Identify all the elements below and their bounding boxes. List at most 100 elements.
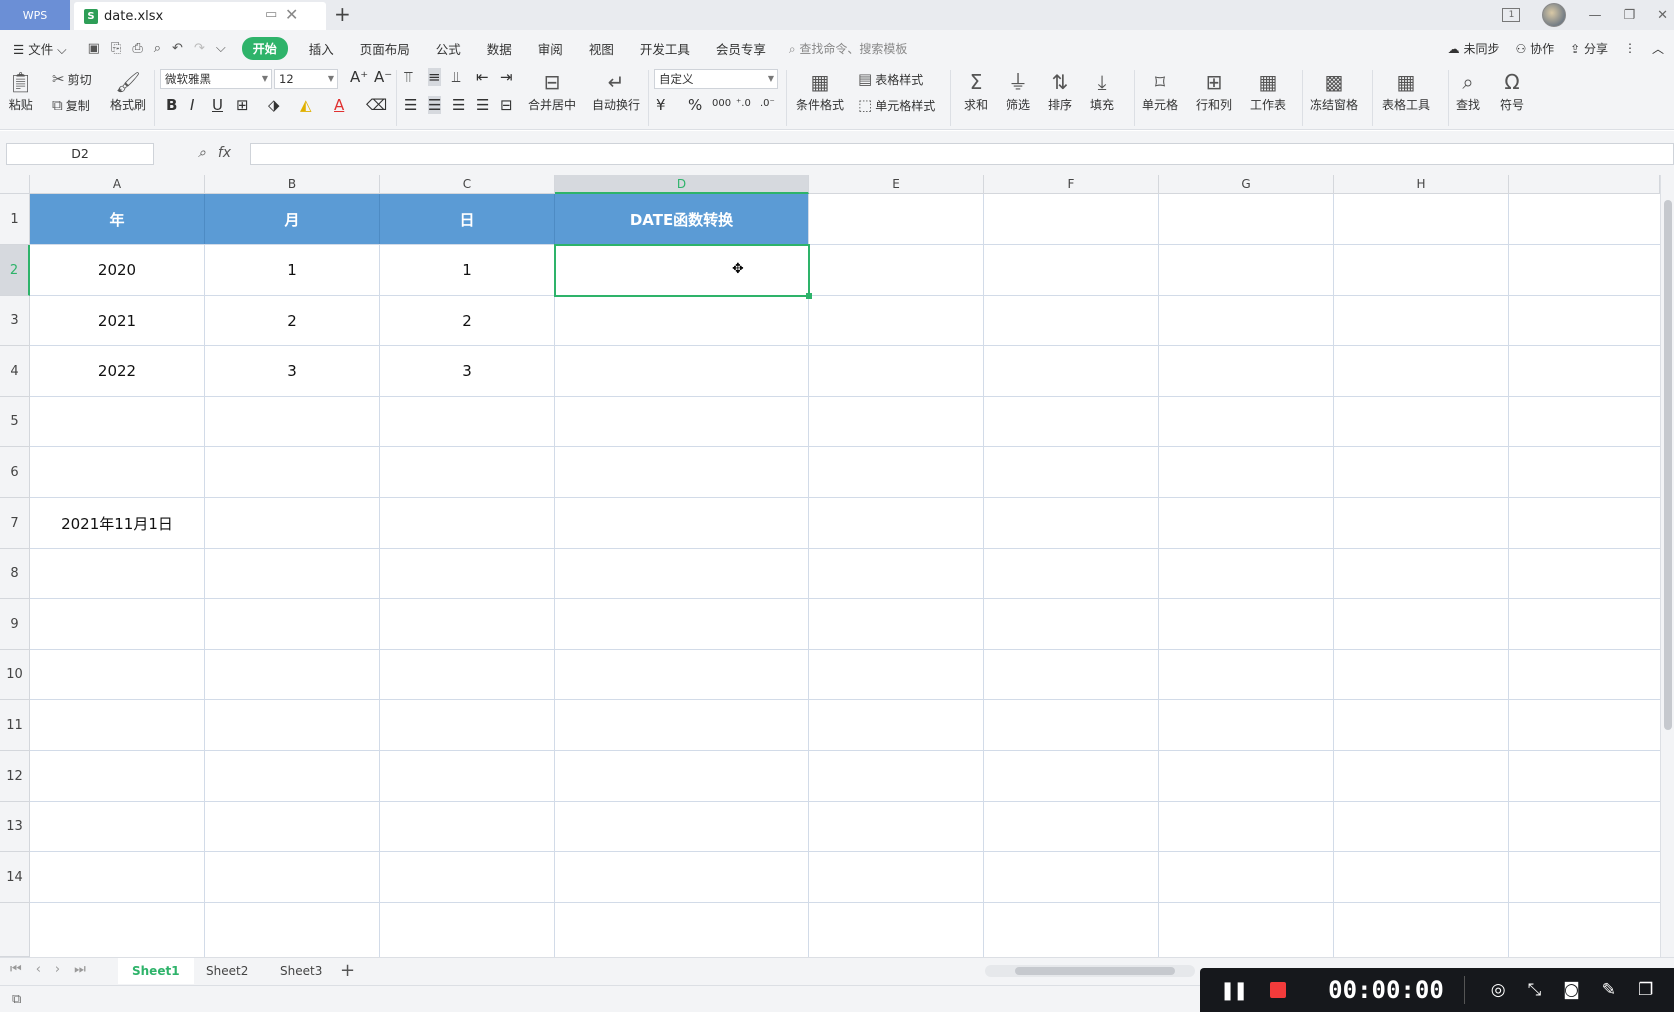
align-right-icon[interactable]: ☰ [452,96,465,114]
camera-icon[interactable]: ◙ [1563,980,1580,1000]
float-window-icon[interactable]: ▭ [265,0,277,28]
row-header[interactable]: 4 [0,346,30,397]
zoom-icon[interactable]: ⌕ [198,145,206,161]
tab-home[interactable]: 开始 [241,36,288,60]
tab-review[interactable]: 审阅 [525,39,576,58]
column-header-g[interactable]: G [1159,175,1334,194]
print-preview-icon[interactable]: ⌕ [154,41,161,56]
column-header-d[interactable]: D [555,175,809,194]
fill-handle[interactable] [806,293,812,299]
freeze-panes-button[interactable]: ▩ 冻结窗格 [1310,68,1358,113]
cell-b4[interactable]: 3 [205,346,380,397]
border-icon[interactable]: ⊞ [236,96,249,114]
distributed-icon[interactable]: ⊟ [500,96,513,114]
row-header[interactable]: 2 [0,245,30,296]
redo-icon[interactable]: ↷ [194,41,205,56]
cell-fill-pattern-icon[interactable]: ⬗ [268,96,280,114]
active-cell-selection[interactable] [554,244,810,297]
header-cell-date-conversion[interactable]: DATE函数转换 [555,194,809,245]
rows-cols-button[interactable]: ⊞ 行和列 [1196,68,1232,113]
format-painter-button[interactable]: 🖌︎ 格式刷 [110,68,146,113]
wrap-text-button[interactable]: ↵ 自动换行 [592,68,640,113]
column-header-c[interactable]: C [380,175,555,194]
vertical-scroll-thumb[interactable] [1664,200,1672,730]
sort-button[interactable]: ⇅ 排序 [1048,68,1072,113]
macro-record-icon[interactable]: ⧉ [12,992,21,1007]
percent-icon[interactable]: % [688,96,702,114]
increase-decimal-icon[interactable]: ⁺.0 [736,98,751,109]
tab-formulas[interactable]: 公式 [423,39,474,58]
copy-button[interactable]: ⧉ 复制 [52,96,90,114]
decrease-indent-icon[interactable]: ⇤ [476,68,489,86]
increase-font-icon[interactable]: A⁺ [350,68,368,86]
cell-c4[interactable]: 3 [380,346,555,397]
close-window-icon[interactable]: ✕ [1657,8,1668,23]
tab-member[interactable]: 会员专享 [703,39,779,58]
cell-a7[interactable]: 2021年11月1日 [30,498,205,549]
prev-sheet-icon[interactable]: ‹ [36,962,41,977]
justify-icon[interactable]: ☰ [476,96,489,114]
row-header[interactable]: 5 [0,397,30,447]
more-icon[interactable]: ⌵ [216,41,226,56]
row-header[interactable]: 9 [0,599,30,650]
close-tab-icon[interactable]: ✕ [285,0,298,28]
column-header-b[interactable]: B [205,175,380,194]
collapse-icon[interactable]: ⤡ [1528,980,1542,1000]
window-icon[interactable]: ❐ [1638,980,1653,1000]
select-all-corner[interactable] [0,175,30,194]
row-header[interactable]: 6 [0,447,30,498]
row-header[interactable]: 8 [0,549,30,599]
row-header[interactable]: 3 [0,296,30,346]
filter-button[interactable]: ⏚ 筛选 [1006,68,1030,113]
fill-color-icon[interactable]: ◭ [300,96,312,114]
row-header[interactable]: 13 [0,802,30,852]
font-size-select[interactable]: 12 ▼ [274,69,338,89]
user-avatar[interactable] [1542,3,1567,27]
command-search[interactable]: ⌕ 查找命令、搜索模板 [789,40,908,57]
decrease-font-icon[interactable]: A⁻ [374,68,392,86]
sum-button[interactable]: Σ 求和 [964,68,988,113]
cell-a3[interactable]: 2021 [30,296,205,346]
align-top-icon[interactable]: ⫪ [404,68,412,86]
tab-view[interactable]: 视图 [576,39,627,58]
horizontal-scrollbar[interactable] [985,965,1195,977]
conditional-format-button[interactable]: ▦ 条件格式 [796,68,844,113]
header-cell-day[interactable]: 日 [380,194,555,245]
more-options-icon[interactable]: ⋮ [1624,41,1636,55]
decrease-decimal-icon[interactable]: .0⁻ [760,98,775,109]
cell-d3[interactable] [555,296,809,346]
fx-icon[interactable]: fx [218,145,231,161]
window-count-badge[interactable]: 1 [1502,8,1521,22]
worksheet-button[interactable]: ▦ 工作表 [1250,68,1286,113]
header-cell-month[interactable]: 月 [205,194,380,245]
collapse-ribbon-icon[interactable]: ︿ [1652,40,1664,57]
file-menu[interactable]: ☰ 文件 ⌵ [0,39,80,58]
column-header-f[interactable]: F [984,175,1159,194]
region-icon[interactable]: ◎ [1491,980,1506,1000]
last-sheet-icon[interactable]: ⏭ [74,962,86,977]
fill-button[interactable]: ⤓ 填充 [1090,68,1114,113]
table-tools-button[interactable]: ▦ 表格工具 [1382,68,1430,113]
collab-button[interactable]: ⚇ 协作 [1515,40,1554,57]
bold-icon[interactable]: B [166,96,177,114]
sheet-tab-sheet2[interactable]: Sheet2 [192,958,262,984]
next-sheet-icon[interactable]: › [55,962,60,977]
horizontal-scroll-thumb[interactable] [1015,967,1175,975]
new-tab-button[interactable]: + [334,2,351,26]
row-header[interactable] [0,903,30,957]
number-format-select[interactable]: 自定义 ▼ [654,69,778,89]
cell-c3[interactable]: 2 [380,296,555,346]
currency-icon[interactable]: ¥ [656,96,666,114]
row-header[interactable]: 12 [0,751,30,802]
tab-page-layout[interactable]: 页面布局 [347,39,423,58]
sync-status[interactable]: ☁ 未同步 [1448,40,1500,57]
undo-icon[interactable]: ↶ [172,41,183,56]
name-box[interactable]: D2 [6,143,154,165]
print-icon[interactable]: ⎙ [132,41,142,56]
column-header-h[interactable]: H [1334,175,1509,194]
row-header[interactable]: 11 [0,700,30,751]
row-header[interactable]: 1 [0,194,30,245]
cell-b3[interactable]: 2 [205,296,380,346]
cut-button[interactable]: ✂ 剪切 [52,70,92,88]
align-middle-icon[interactable]: ≡ [428,68,441,86]
